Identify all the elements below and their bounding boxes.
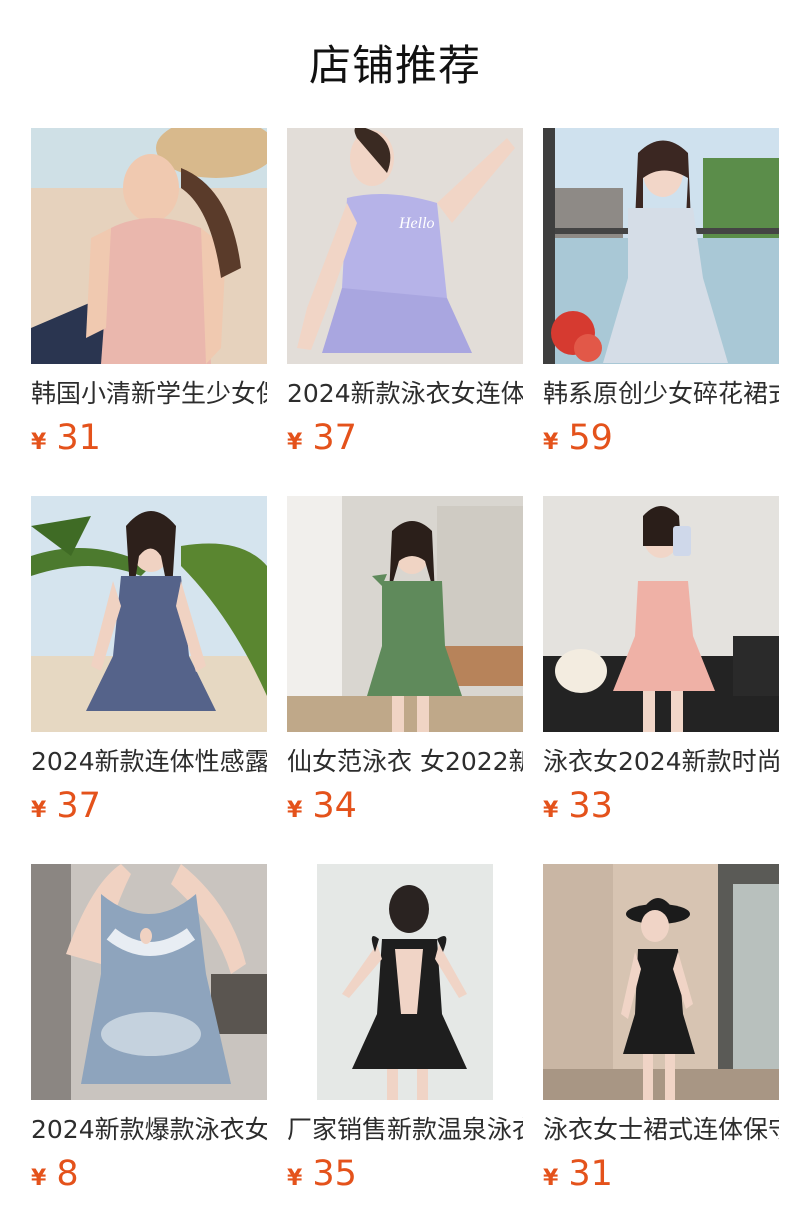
product-image[interactable] — [31, 496, 267, 732]
product-card[interactable]: 泳衣女士裙式连体保守遮肚 ¥31 — [543, 864, 779, 1200]
product-price: ¥34 — [287, 786, 523, 832]
product-name: 泳衣女2024新款时尚连体 — [543, 747, 779, 776]
currency-symbol: ¥ — [31, 798, 47, 823]
currency-symbol: ¥ — [543, 1166, 559, 1191]
product-card[interactable]: 2024新款爆款泳衣女连体 ¥8 — [31, 864, 267, 1200]
product-name: 韩国小清新学生少女保守显瘦连体泳衣 — [31, 379, 267, 408]
product-name: 韩系原创少女碎花裙式泳衣 — [543, 379, 779, 408]
product-name: 2024新款爆款泳衣女连体 — [31, 1115, 267, 1144]
price-value: 37 — [56, 786, 101, 826]
product-price: ¥37 — [31, 786, 267, 832]
price-value: 31 — [568, 1154, 613, 1194]
product-name: 2024新款泳衣女连体裙式 — [287, 379, 523, 408]
product-price: ¥37 — [287, 418, 523, 464]
price-value: 31 — [56, 418, 101, 458]
product-name: 仙女范泳衣 女2022新款 — [287, 747, 523, 776]
product-card[interactable]: 韩系原创少女碎花裙式泳衣 ¥59 — [543, 128, 779, 464]
product-card[interactable]: Hello 2024新款泳衣女连体裙式 ¥37 — [287, 128, 523, 464]
product-price: ¥33 — [543, 786, 779, 832]
product-image[interactable] — [543, 128, 779, 364]
product-card[interactable]: 2024新款连体性感露背泳衣 ¥37 — [31, 496, 267, 832]
product-grid: 韩国小清新学生少女保守显瘦连体泳衣 ¥31 Hello 2024新款泳衣女 — [31, 128, 779, 1200]
svg-text:Hello: Hello — [398, 215, 435, 232]
product-name: 厂家销售新款温泉泳衣女 — [287, 1115, 523, 1144]
product-name: 泳衣女士裙式连体保守遮肚 — [543, 1115, 779, 1144]
currency-symbol: ¥ — [543, 798, 559, 823]
product-image[interactable] — [543, 864, 779, 1100]
currency-symbol: ¥ — [31, 1166, 47, 1191]
currency-symbol: ¥ — [287, 430, 303, 455]
product-name: 2024新款连体性感露背泳衣 — [31, 747, 267, 776]
price-value: 34 — [312, 786, 357, 826]
currency-symbol: ¥ — [543, 430, 559, 455]
product-card[interactable]: 泳衣女2024新款时尚连体 ¥33 — [543, 496, 779, 832]
product-image[interactable]: Hello — [287, 128, 523, 364]
product-price: ¥31 — [31, 418, 267, 464]
price-value: 35 — [312, 1154, 357, 1194]
currency-symbol: ¥ — [287, 1166, 303, 1191]
product-card[interactable]: 韩国小清新学生少女保守显瘦连体泳衣 ¥31 — [31, 128, 267, 464]
product-image[interactable] — [543, 496, 779, 732]
price-value: 59 — [568, 418, 613, 458]
currency-symbol: ¥ — [31, 430, 47, 455]
shop-recommendation-page: 店铺推荐 韩国小清新学生少女保守显瘦连体泳衣 — [0, 0, 790, 1232]
product-price: ¥59 — [543, 418, 779, 464]
price-value: 33 — [568, 786, 613, 826]
price-value: 37 — [312, 418, 357, 458]
product-card[interactable]: 厂家销售新款温泉泳衣女 ¥35 — [287, 864, 523, 1200]
page-title: 店铺推荐 — [308, 41, 481, 90]
product-image[interactable] — [287, 496, 523, 732]
product-price: ¥8 — [31, 1154, 267, 1200]
product-image[interactable] — [287, 864, 523, 1100]
product-price: ¥31 — [543, 1154, 779, 1200]
product-image[interactable] — [31, 128, 267, 364]
currency-symbol: ¥ — [287, 798, 303, 823]
product-card[interactable]: 仙女范泳衣 女2022新款 ¥34 — [287, 496, 523, 832]
price-value: 8 — [56, 1154, 79, 1194]
product-image[interactable] — [31, 864, 267, 1100]
product-price: ¥35 — [287, 1154, 523, 1200]
